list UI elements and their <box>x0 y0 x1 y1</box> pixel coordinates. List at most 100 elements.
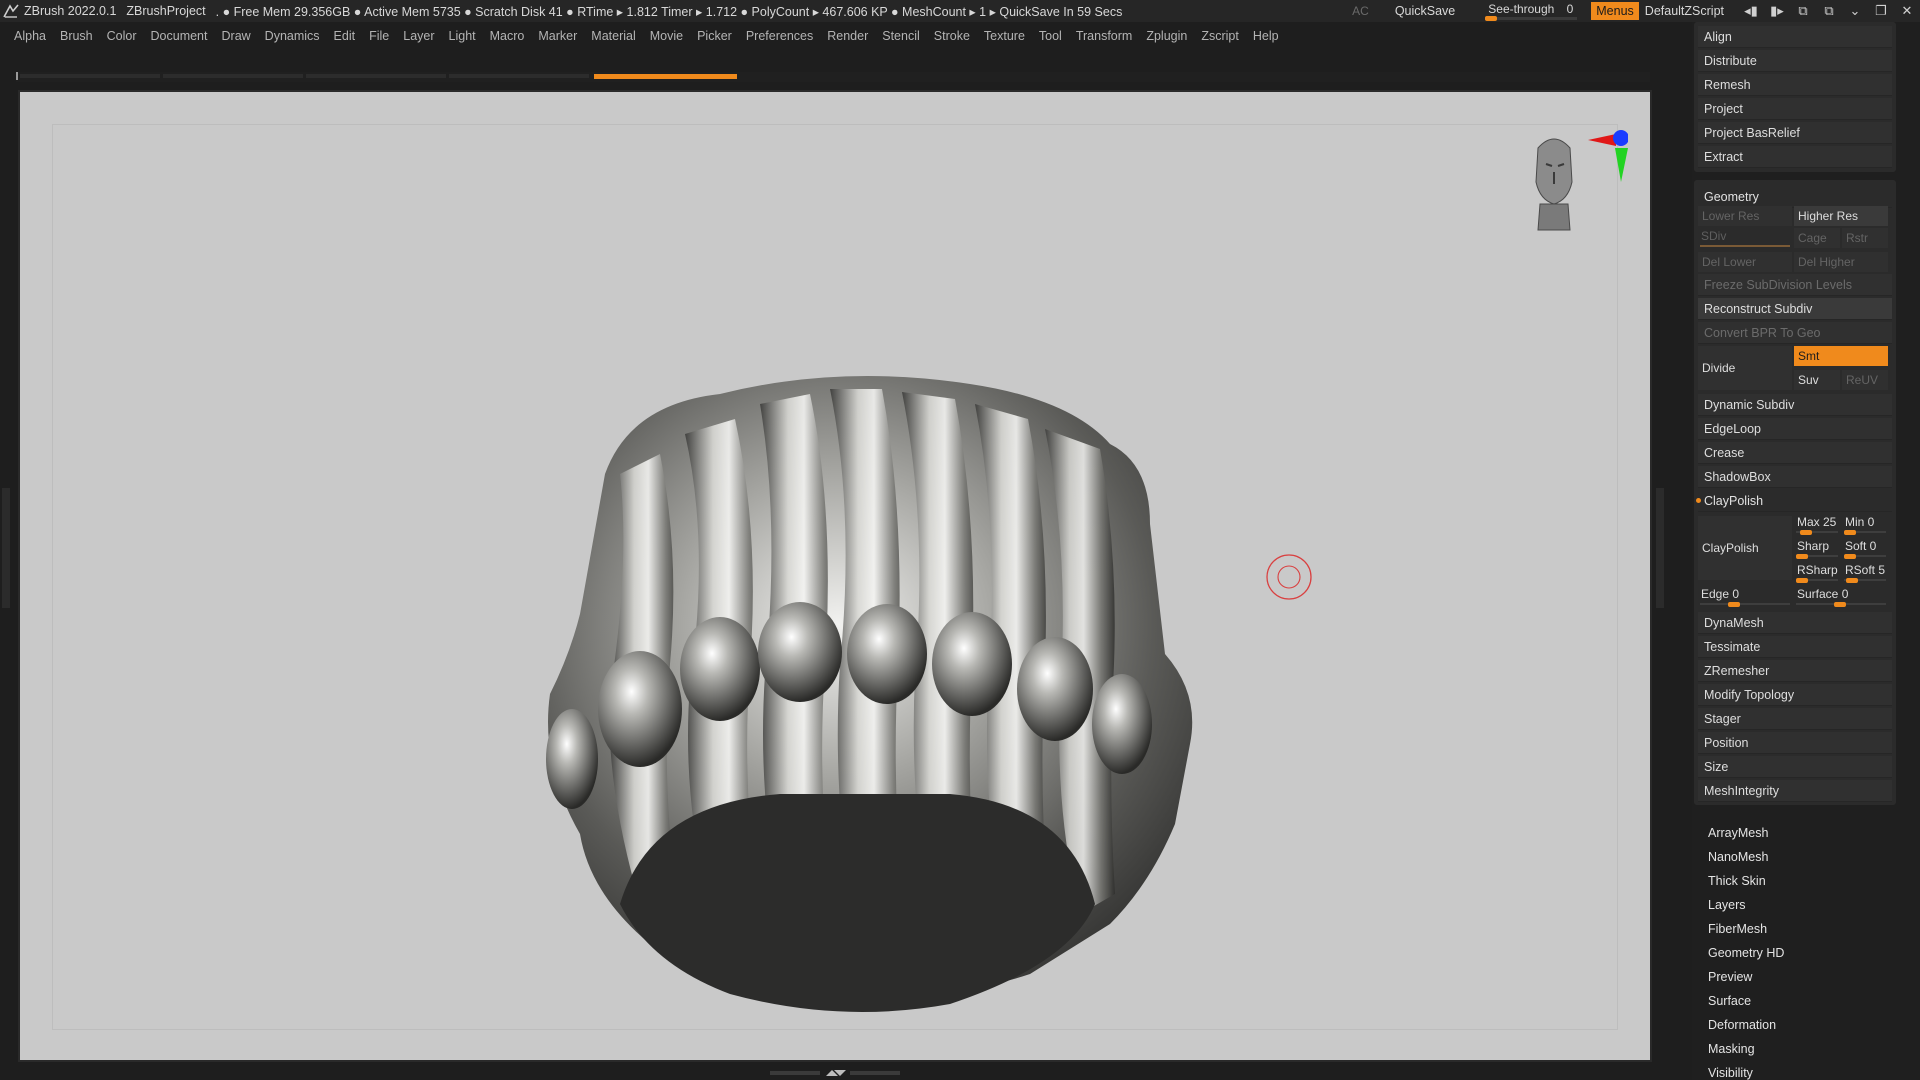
menu-item[interactable]: Draw <box>222 29 251 43</box>
reconstruct-subdiv-button[interactable]: Reconstruct Subdiv <box>1698 298 1892 320</box>
convert-bpr-button[interactable]: Convert BPR To Geo <box>1698 322 1892 344</box>
geometry-item[interactable]: MeshIntegrity <box>1698 780 1892 802</box>
shelf-tab[interactable] <box>20 74 160 78</box>
palette-item[interactable]: Project BasRelief <box>1698 122 1892 144</box>
y-axis-arrow[interactable] <box>1615 148 1628 182</box>
menu-item[interactable]: Movie <box>650 29 683 43</box>
minimize-icon[interactable]: ⌄ <box>1842 0 1868 22</box>
left-tray-handle[interactable] <box>2 488 10 608</box>
menu-item[interactable]: Zscript <box>1201 29 1239 43</box>
palette-item[interactable]: Distribute <box>1698 50 1892 72</box>
palette-item[interactable]: Project <box>1698 98 1892 120</box>
cage-button[interactable]: Cage <box>1794 228 1840 248</box>
edgeloop-button[interactable]: EdgeLoop <box>1698 418 1892 440</box>
bottom-tray-handle[interactable] <box>770 1068 900 1078</box>
max-slider[interactable]: Max 25 <box>1794 514 1840 536</box>
dynamic-subdiv-button[interactable]: Dynamic Subdiv <box>1698 394 1892 416</box>
palette-item[interactable]: Align <box>1698 26 1892 48</box>
del-lower-button[interactable]: Del Lower <box>1698 252 1792 272</box>
menu-item[interactable]: Document <box>151 29 208 43</box>
subpalette-header[interactable]: Layers <box>1708 894 1746 916</box>
geometry-item[interactable]: Modify Topology <box>1698 684 1892 706</box>
subpalette-header[interactable]: NanoMesh <box>1708 846 1768 868</box>
menu-item[interactable]: Render <box>827 29 868 43</box>
subpalette-header[interactable]: Visibility <box>1708 1062 1753 1080</box>
see-through-slider[interactable]: See-through 0 <box>1485 1 1578 21</box>
shelf-tab[interactable] <box>449 74 589 78</box>
palette-left-icon[interactable]: ⧉ <box>1790 0 1816 22</box>
right-tray-handle[interactable] <box>1656 488 1664 608</box>
menu-item[interactable]: Material <box>591 29 635 43</box>
rsharp-slider[interactable]: RSharp <box>1794 562 1840 584</box>
geometry-item[interactable]: ZRemesher <box>1698 660 1892 682</box>
zbrush-logo-icon[interactable] <box>2 3 20 19</box>
palette-right-icon[interactable]: ⧉ <box>1816 0 1842 22</box>
subpalette-header[interactable]: Surface <box>1708 990 1751 1012</box>
crease-button[interactable]: Crease <box>1698 442 1892 464</box>
geometry-item[interactable]: Size <box>1698 756 1892 778</box>
menu-item[interactable]: File <box>369 29 389 43</box>
menu-item[interactable]: Marker <box>538 29 577 43</box>
subpalette-header[interactable]: ArrayMesh <box>1708 822 1768 844</box>
subpalette-header[interactable]: Deformation <box>1708 1014 1776 1036</box>
menu-item[interactable]: Help <box>1253 29 1279 43</box>
menu-item[interactable]: Macro <box>490 29 525 43</box>
lower-res-button[interactable]: Lower Res <box>1698 206 1792 226</box>
restore-icon[interactable]: ❐ <box>1868 0 1894 22</box>
surface-slider[interactable]: Surface 0 <box>1794 586 1888 608</box>
menu-item[interactable]: Stroke <box>934 29 970 43</box>
freeze-subdivision-button[interactable]: Freeze SubDivision Levels <box>1698 274 1892 296</box>
menu-item[interactable]: Zplugin <box>1146 29 1187 43</box>
subpalette-header[interactable]: Preview <box>1708 966 1752 988</box>
menu-item[interactable]: Light <box>449 29 476 43</box>
menu-item[interactable]: Brush <box>60 29 93 43</box>
subpalette-header[interactable]: Geometry HD <box>1708 942 1784 964</box>
menu-item[interactable]: Tool <box>1039 29 1062 43</box>
geometry-item[interactable]: Position <box>1698 732 1892 754</box>
geometry-header[interactable]: Geometry <box>1698 186 1892 208</box>
reuv-toggle[interactable]: ReUV <box>1842 370 1888 390</box>
menu-item[interactable]: Picker <box>697 29 732 43</box>
menu-item[interactable]: Color <box>107 29 137 43</box>
menus-toggle[interactable]: Menus <box>1591 2 1639 20</box>
menu-item[interactable]: Edit <box>334 29 356 43</box>
menu-item[interactable]: Transform <box>1076 29 1133 43</box>
shelf-tab[interactable] <box>306 74 446 78</box>
navigation-head-icon[interactable] <box>1518 120 1628 240</box>
sculpt-mesh[interactable] <box>510 364 1210 1024</box>
menu-item[interactable]: Texture <box>984 29 1025 43</box>
rstr-button[interactable]: Rstr <box>1842 228 1888 248</box>
menu-item[interactable]: Alpha <box>14 29 46 43</box>
smt-toggle[interactable]: Smt <box>1794 346 1888 366</box>
menu-item[interactable]: Layer <box>403 29 434 43</box>
geometry-item[interactable]: DynaMesh <box>1698 612 1892 634</box>
x-axis-arrow[interactable] <box>1588 134 1616 146</box>
layout-left-icon[interactable]: ◂▮ <box>1738 0 1764 22</box>
min-slider[interactable]: Min 0 <box>1842 514 1888 536</box>
close-icon[interactable]: ✕ <box>1894 0 1920 22</box>
shadowbox-button[interactable]: ShadowBox <box>1698 466 1892 488</box>
shelf-tab[interactable] <box>163 74 303 78</box>
quicksave-button[interactable]: QuickSave <box>1395 4 1455 18</box>
subpalette-header[interactable]: Masking <box>1708 1038 1755 1060</box>
palette-item[interactable]: Remesh <box>1698 74 1892 96</box>
rsoft-slider[interactable]: RSoft 5 <box>1842 562 1888 584</box>
higher-res-button[interactable]: Higher Res <box>1794 206 1888 226</box>
divide-button[interactable]: Divide <box>1698 346 1792 390</box>
del-higher-button[interactable]: Del Higher <box>1794 252 1888 272</box>
layout-right-icon[interactable]: ▮▸ <box>1764 0 1790 22</box>
geometry-item[interactable]: Stager <box>1698 708 1892 730</box>
claypolish-button[interactable]: ClayPolish <box>1698 516 1792 580</box>
sharp-slider[interactable]: Sharp <box>1794 538 1840 560</box>
menu-item[interactable]: Stencil <box>882 29 920 43</box>
shelf-tab-active[interactable] <box>594 74 737 79</box>
suv-toggle[interactable]: Suv <box>1794 370 1840 390</box>
menu-item[interactable]: Dynamics <box>265 29 320 43</box>
see-through-knob[interactable] <box>1485 16 1498 21</box>
claypolish-header[interactable]: ClayPolish <box>1698 490 1892 512</box>
sdiv-slider[interactable]: SDiv <box>1698 228 1792 250</box>
subpalette-header[interactable]: Thick Skin <box>1708 870 1766 892</box>
ac-toggle[interactable]: AC <box>1352 4 1369 18</box>
soft-slider[interactable]: Soft 0 <box>1842 538 1888 560</box>
document-canvas[interactable] <box>18 90 1652 1062</box>
